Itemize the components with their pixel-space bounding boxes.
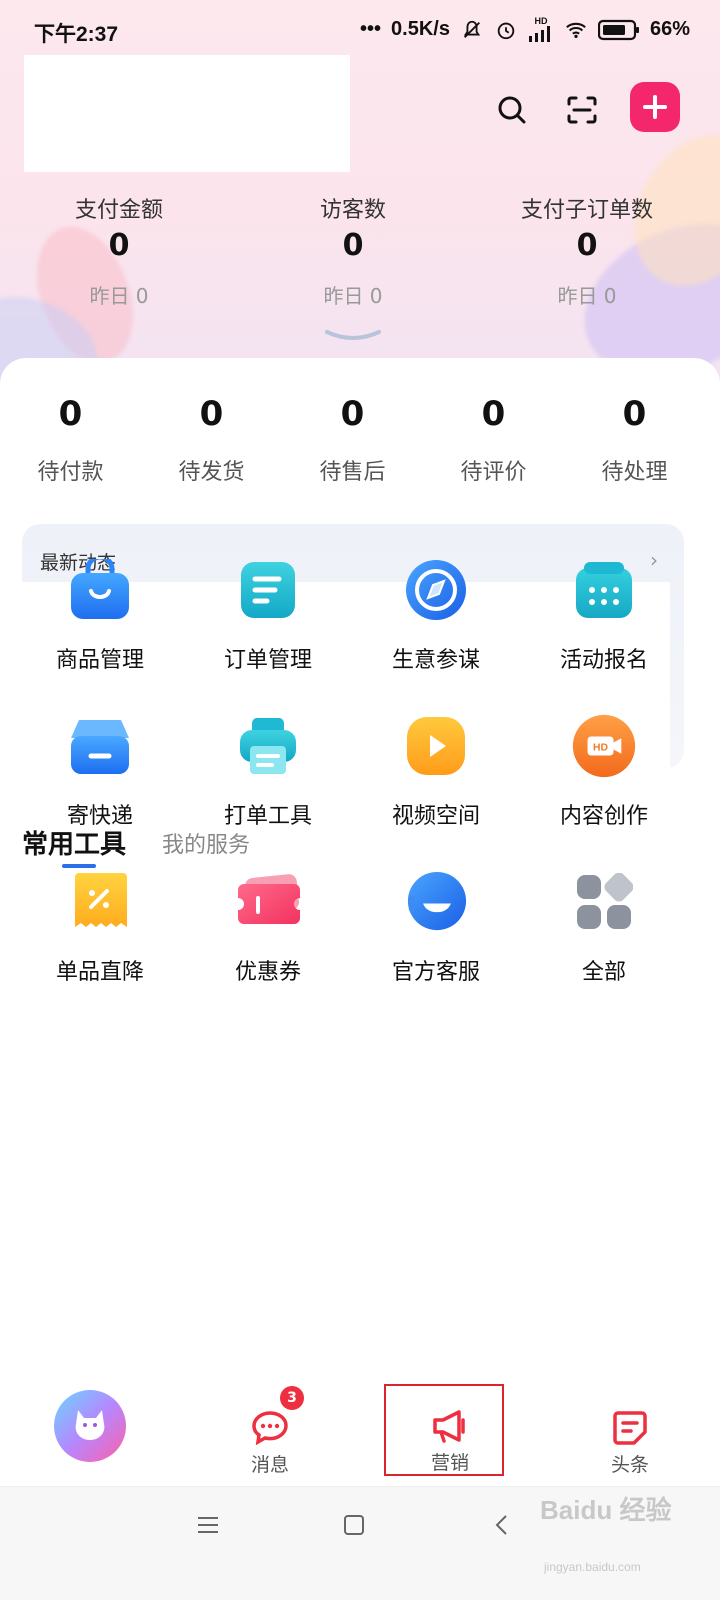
battery-icon: [597, 19, 639, 40]
wifi-icon: [566, 22, 586, 38]
order-after-sale[interactable]: 0 待售后: [282, 394, 423, 486]
tools-grid: 商品管理 订单管理 生意参谋 活动报名 寄快递 打单工具 视频空间 HD 内容创…: [16, 558, 696, 986]
chat-bubble-icon: [252, 1411, 288, 1446]
order-pending-shipment[interactable]: 0 待发货: [141, 394, 282, 486]
svg-text:HD: HD: [593, 742, 608, 753]
order-to-process[interactable]: 0 待处理: [564, 394, 705, 486]
order-pending-review[interactable]: 0 待评价: [423, 394, 564, 486]
hd-video-icon: HD: [572, 714, 636, 778]
signal-hd: HD: [528, 17, 554, 42]
tool-business-advisor[interactable]: 生意参谋: [352, 558, 520, 674]
package-box-icon: [68, 714, 132, 778]
stat-sub-orders[interactable]: 支付子订单数 0 昨日 0: [470, 192, 704, 309]
discount-tag-icon: [68, 870, 132, 934]
highlight-annotation-box: [384, 1384, 504, 1476]
scan-icon: [567, 96, 597, 124]
shop-info-placeholder: [24, 55, 350, 172]
back-icon[interactable]: [490, 1513, 514, 1537]
stat-visitors[interactable]: 访客数 0 昨日 0: [236, 192, 470, 309]
watermark-url: jingyan.baidu.com: [544, 1560, 641, 1574]
tool-order-management[interactable]: 订单管理: [184, 558, 352, 674]
nav-headlines[interactable]: 头条: [540, 1388, 720, 1486]
tool-send-express[interactable]: 寄快递: [16, 714, 184, 830]
add-button[interactable]: [630, 82, 680, 132]
tool-video-space[interactable]: 视频空间: [352, 714, 520, 830]
tool-print-labels[interactable]: 打单工具: [184, 714, 352, 830]
order-list-icon: [236, 558, 300, 622]
grid-all-icon: [572, 870, 636, 934]
status-time: 下午2:37: [34, 23, 119, 46]
alarm-icon: [497, 22, 515, 39]
order-pending-payment[interactable]: 0 待付款: [0, 394, 141, 486]
headset-icon: [404, 870, 468, 934]
tool-price-drop[interactable]: 单品直降: [16, 870, 184, 986]
stat-pay-amount[interactable]: 支付金额 0 昨日 0: [2, 192, 236, 309]
menu-icon[interactable]: [196, 1513, 220, 1537]
compass-icon: [404, 558, 468, 622]
tool-coupons[interactable]: 优惠券: [184, 870, 352, 986]
calendar-icon: [572, 558, 636, 622]
bottom-nav: 3 消息 营销 头条: [0, 1386, 720, 1486]
plus-icon: [643, 95, 667, 119]
tool-event-signup[interactable]: 活动报名: [520, 558, 688, 674]
mascot-avatar-icon: [54, 1390, 126, 1462]
status-bar: 下午2:37 ••• 0.5K/s HD 66%: [0, 0, 720, 60]
nav-messages[interactable]: 3 消息: [180, 1386, 360, 1486]
network-dots: •••: [360, 18, 382, 40]
order-status-row: 0 待付款 0 待发货 0 待售后 0 待评价 0 待处理: [0, 394, 720, 486]
nav-messages-label: 消息: [250, 1454, 289, 1476]
shopping-bag-icon: [68, 558, 132, 622]
search-button[interactable]: [486, 84, 538, 136]
nav-headlines-label: 头条: [610, 1454, 649, 1476]
tool-official-support[interactable]: 官方客服: [352, 870, 520, 986]
headline-doc-icon: [613, 1411, 647, 1445]
battery-level: 66%: [649, 18, 690, 40]
tool-product-management[interactable]: 商品管理: [16, 558, 184, 674]
home-square-icon[interactable]: [342, 1513, 366, 1537]
unread-badge: 3: [280, 1386, 304, 1410]
tool-content-creation[interactable]: HD 内容创作: [520, 714, 688, 830]
sales-stats: 支付金额 0 昨日 0 访客数 0 昨日 0 支付子订单数 0 昨日 0: [0, 192, 720, 309]
printer-icon: [236, 714, 300, 778]
play-icon: [404, 714, 468, 778]
expand-chevron-icon[interactable]: [325, 328, 381, 344]
nav-home[interactable]: [0, 1388, 180, 1486]
coupon-icon: [236, 870, 300, 934]
scan-button[interactable]: [556, 84, 608, 136]
signal-icon: [528, 26, 550, 42]
watermark-logo: Baidu 经验: [540, 1495, 672, 1525]
mute-bell-icon: [463, 20, 481, 38]
network-speed: 0.5K/s: [391, 18, 450, 40]
search-icon: [498, 96, 526, 124]
tool-all[interactable]: 全部: [520, 870, 688, 986]
